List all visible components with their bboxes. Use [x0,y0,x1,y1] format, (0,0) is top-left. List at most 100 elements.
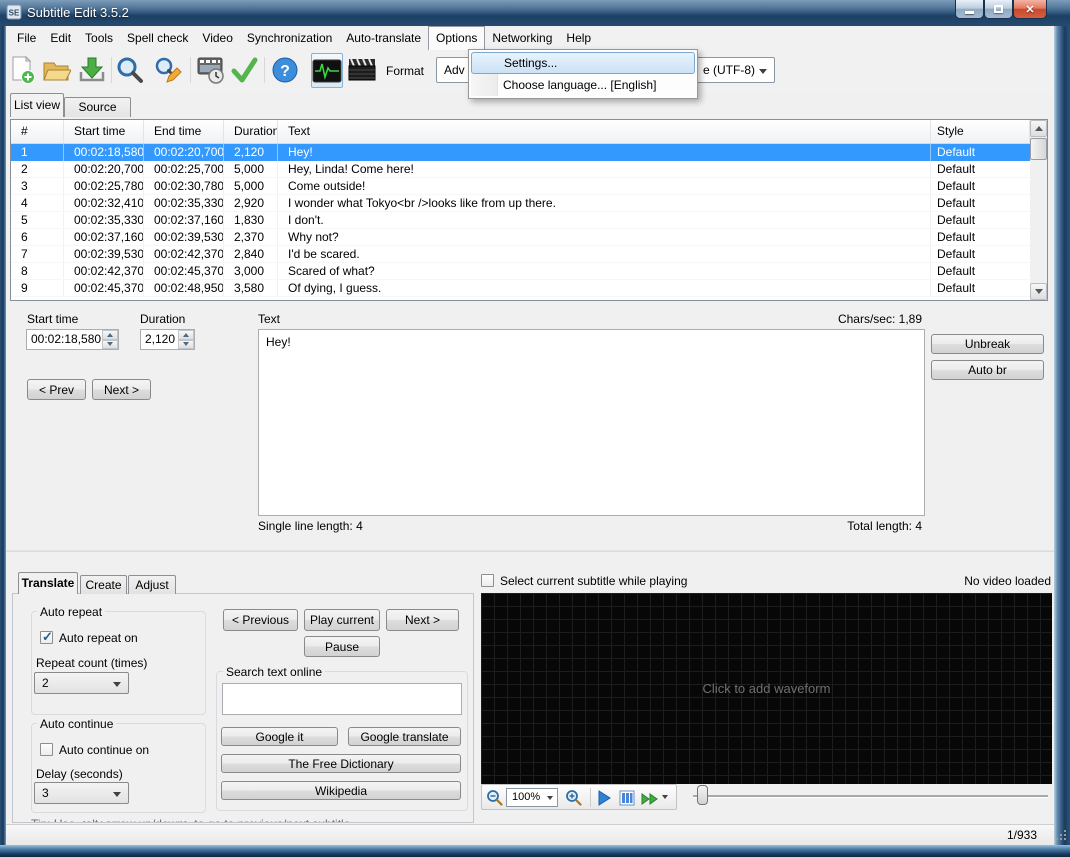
column-header-text[interactable]: Text [278,120,931,143]
menu-item-networking[interactable]: Networking [485,26,559,50]
previous-button[interactable]: < Previous [223,609,298,631]
scroll-up-button[interactable] [1030,120,1047,137]
resize-grip[interactable] [1056,830,1058,832]
column-header-style[interactable]: Style [931,120,1030,143]
close-button[interactable]: ✕ [1013,0,1047,19]
google-it-button[interactable]: Google it [221,727,338,746]
tab-list-view[interactable]: List view [10,93,64,117]
waveform-zoom-combo[interactable]: 100% [506,788,558,807]
maximize-button[interactable] [984,0,1013,19]
start-time-value: 00:02:18,580 [31,332,102,346]
waveform-zoom-in-button[interactable] [565,789,583,807]
repeat-count-select[interactable]: 2 [34,672,129,694]
scroll-down-button[interactable] [1030,283,1047,300]
table-row[interactable]: 7 00:02:39,530 00:02:42,370 2,840 I'd be sca… [11,246,1030,263]
no-video-loaded-text: No video loaded [964,574,1051,588]
menu-item-options[interactable]: Options [428,26,486,50]
fast-forward-menu-button[interactable] [662,795,668,802]
new-file-button[interactable] [6,54,38,86]
duration-spinner[interactable]: 2,120 [140,329,195,350]
spin-up-button[interactable] [178,330,194,340]
table-row[interactable]: 2 00:02:20,700 00:02:25,700 5,000 Hey, Linda… [11,161,1030,178]
table-row[interactable]: 9 00:02:45,370 00:02:48,950 3,580 Of dying, … [11,280,1030,297]
menu-item-synchronization[interactable]: Synchronization [240,26,339,50]
table-row[interactable]: 4 00:02:32,410 00:02:35,330 2,920 I wonder w… [11,195,1030,212]
cell-start: 00:02:35,330 [64,212,144,228]
free-dictionary-button[interactable]: The Free Dictionary [221,754,461,773]
menu-item-help[interactable]: Help [559,26,598,50]
chevron-down-icon [662,795,668,802]
auto-repeat-checkbox[interactable] [40,629,53,645]
replace-button[interactable] [152,54,184,86]
menu-item-auto-translate[interactable]: Auto-translate [339,26,428,50]
fast-forward-button[interactable] [641,792,659,806]
splitter[interactable] [6,550,1054,552]
table-row[interactable]: 5 00:02:35,330 00:02:37,160 1,830 I don't. De… [11,212,1030,229]
table-row[interactable]: 1 00:02:18,580 00:02:20,700 2,120 Hey! Defaul… [11,144,1030,161]
start-time-spinner[interactable]: 00:02:18,580 [26,329,119,350]
wikipedia-button[interactable]: Wikipedia [221,781,461,800]
visual-sync-button[interactable] [195,54,227,86]
auto-continue-checkbox[interactable] [40,743,53,756]
video-toggle-button[interactable] [346,54,378,86]
prev-button[interactable]: < Prev [27,379,86,400]
position-slider-thumb[interactable] [697,785,708,805]
tab-source-view[interactable]: Source view [64,97,131,133]
auto-br-button[interactable]: Auto br [931,360,1044,380]
menu-item-file[interactable]: File [10,26,43,50]
select-current-subtitle-checkbox[interactable] [481,574,494,587]
tab-create[interactable]: Create [80,575,127,594]
tab-adjust[interactable]: Adjust [128,575,176,594]
play-button[interactable] [597,790,611,806]
menu-item-edit[interactable]: Edit [43,26,78,50]
play-current-button[interactable]: Play current [304,609,380,631]
chars-per-sec: Chars/sec: 1,89 [837,312,922,326]
waveform-zoom-out-button[interactable] [486,789,504,807]
menu-item-tools[interactable]: Tools [78,26,120,50]
position-slider[interactable] [693,795,1048,798]
table-row[interactable]: 8 00:02:42,370 00:02:45,370 3,000 Scared of … [11,263,1030,280]
column-header-end-time[interactable]: End time [144,120,224,143]
table-row[interactable]: 3 00:02:25,780 00:02:30,780 5,000 Come outsi… [11,178,1030,195]
table-scrollbar[interactable] [1030,120,1047,300]
minimize-button[interactable] [955,0,984,19]
open-file-button[interactable] [40,54,72,86]
cell-start: 00:02:45,370 [64,280,144,296]
menu-item-choose-language[interactable]: Choose language... [English] [471,74,695,96]
scroll-thumb[interactable] [1030,138,1047,160]
cell-start: 00:02:25,780 [64,178,144,194]
pause-button[interactable]: Pause [304,636,380,657]
save-button[interactable] [76,54,108,86]
google-translate-button[interactable]: Google translate [348,727,461,746]
minimize-icon [965,10,974,14]
menu-item-video[interactable]: Video [195,26,239,50]
find-button[interactable] [114,54,146,86]
columns-view-button[interactable] [619,790,635,806]
cell-text: I'd be scared. [278,246,931,262]
spin-up-button[interactable] [102,330,118,340]
column-header-start-time[interactable]: Start time [64,120,144,143]
spin-down-button[interactable] [178,339,194,349]
waveform-area[interactable]: Click to add waveform [481,593,1052,784]
next-subtitle-button[interactable]: Next > [386,609,459,631]
menu-item-spell-check[interactable]: Spell check [120,26,195,50]
delay-select[interactable]: 3 [34,782,129,804]
play-icon [598,790,611,806]
next-button[interactable]: Next > [92,379,151,400]
subtitle-text-area[interactable]: Hey! [258,329,925,516]
menu-item-settings[interactable]: Settings... [471,52,695,74]
spin-down-button[interactable] [102,339,118,349]
table-row[interactable]: 6 00:02:37,160 00:02:39,530 2,370 Why not? De… [11,229,1030,246]
status-position: 1/933 [1006,828,1037,842]
spell-check-button[interactable] [228,54,260,86]
visual-sync-icon [197,57,224,84]
cell-style: Default [937,162,976,176]
tab-translate[interactable]: Translate [18,572,78,594]
waveform-toggle-button[interactable] [311,53,343,88]
unbreak-button[interactable]: Unbreak [931,334,1044,354]
search-text-input[interactable] [222,683,462,715]
save-icon [79,57,105,82]
help-button[interactable]: ? [269,54,301,86]
column-header-number[interactable]: # [11,120,64,143]
column-header-duration[interactable]: Duration [224,120,278,143]
